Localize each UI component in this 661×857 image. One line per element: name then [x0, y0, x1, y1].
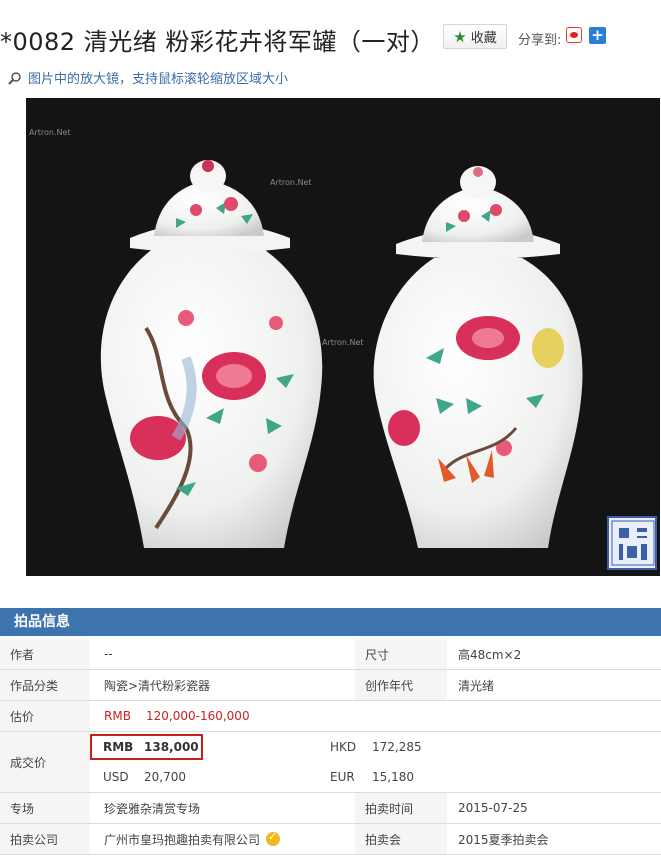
hkd-value: 172,285: [372, 740, 422, 754]
size-value: 高48cm×2: [458, 647, 522, 662]
session-value[interactable]: 珍瓷雅杂清赏专场: [104, 793, 200, 823]
watermark: Artron.Net: [270, 178, 312, 187]
session-label: 专场: [0, 793, 90, 823]
vases-illustration: [100, 160, 583, 548]
left-vase: [100, 160, 323, 548]
auction-time-label: 拍卖时间: [355, 793, 447, 823]
rmb-label: RMB: [103, 740, 134, 754]
rmb-value: 138,000: [144, 740, 199, 754]
table-row: 拍卖公司 广州市皇玛抱趣拍卖有限公司 拍卖会 2015夏季拍卖会: [0, 824, 661, 855]
era-value: 清光绪: [458, 678, 495, 693]
favorite-label: 收藏: [470, 31, 497, 46]
watermark: Artron.Net: [322, 338, 364, 347]
table-row: 成交价 RMB 138,000 HKD 172,285 USD 20,700 E…: [0, 732, 661, 793]
table-row: 估价 RMB 120,000-160,000: [0, 701, 661, 732]
eur-label: EUR: [330, 770, 355, 784]
zoom-tip-text: 图片中的放大镜，支持鼠标滚轮缩放区域大小: [28, 72, 289, 87]
table-row: 专场 珍瓷雅杂清赏专场 拍卖时间 2015-07-25: [0, 793, 661, 824]
magnifier-icon: [8, 71, 22, 85]
size-label: 尺寸: [355, 639, 447, 669]
verified-icon: [266, 830, 281, 846]
table-row: 作者 -- 尺寸 高48cm×2: [0, 639, 661, 670]
watermark: Artron.Net: [29, 128, 71, 137]
estimate-label: 估价: [0, 701, 90, 731]
eur-value: 15,180: [372, 770, 414, 784]
table-row: 作品分类 陶瓷>清代粉彩瓷器 创作年代 清光绪: [0, 670, 661, 701]
category-value[interactable]: 陶瓷>清代粉彩瓷器: [104, 670, 210, 700]
page-title: *0082 清光绪 粉彩花卉将军罐（一对）: [0, 28, 435, 56]
usd-value: 20,700: [144, 770, 186, 784]
zoom-tip: 图片中的放大镜，支持鼠标滚轮缩放区域大小: [8, 68, 288, 87]
star-icon: ★: [453, 27, 467, 46]
deal-label: 成交价: [0, 732, 90, 792]
plus-icon[interactable]: +: [589, 27, 606, 44]
auction-value[interactable]: 2015夏季拍卖会: [458, 824, 549, 854]
category-label: 作品分类: [0, 670, 90, 700]
product-photo[interactable]: Artron.Net Artron.Net Artron.Net: [26, 98, 660, 576]
company-value-wrap[interactable]: 广州市皇玛抱趣拍卖有限公司: [104, 824, 281, 854]
estimate-currency: RMB: [104, 709, 131, 723]
weibo-icon[interactable]: [566, 27, 582, 43]
hkd-label: HKD: [330, 740, 357, 754]
estimate-value: 120,000-160,000: [146, 709, 250, 723]
company-label: 拍卖公司: [0, 824, 90, 854]
right-vase: [373, 166, 583, 548]
company-value[interactable]: 广州市皇玛抱趣拍卖有限公司: [104, 831, 260, 848]
seal-stamp: [607, 516, 657, 570]
section-header: 拍品信息: [0, 608, 661, 636]
era-label: 创作年代: [355, 670, 447, 700]
usd-label: USD: [103, 770, 129, 784]
author-label: 作者: [0, 639, 90, 669]
auction-label: 拍卖会: [355, 824, 447, 854]
auction-time-value: 2015-07-25: [458, 801, 528, 815]
author-value: --: [104, 647, 113, 661]
share-label: 分享到:: [518, 33, 562, 48]
favorite-button[interactable]: ★ 收藏: [443, 24, 507, 49]
